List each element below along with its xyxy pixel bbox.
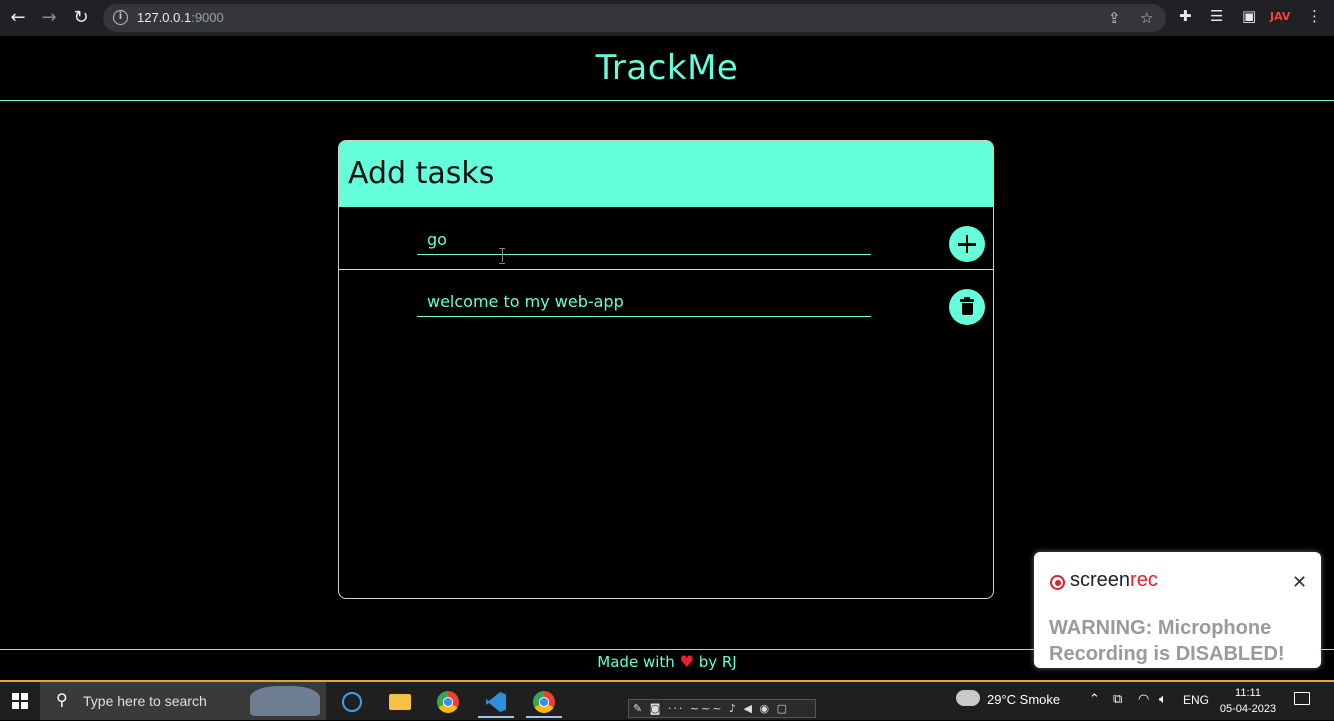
trash-icon xyxy=(960,297,974,316)
forward-arrow-icon[interactable]: → xyxy=(37,6,61,30)
browser-toolbar: ← → ↻ i 127.0.0.1:9000 ⇪ ☆ ✚ ☰ ▣ JAV ⋮ xyxy=(0,0,1334,36)
clock[interactable]: 11:11 05-04-2023 xyxy=(1216,685,1280,717)
extension-badge-icon[interactable]: JAV xyxy=(1270,10,1290,23)
app-header: TrackMe xyxy=(0,36,1334,101)
wifi-icon[interactable]: ◠ xyxy=(1138,692,1149,707)
search-highlight-illustration xyxy=(250,686,320,716)
bookmark-star-icon[interactable]: ☆ xyxy=(1140,9,1153,27)
side-panel-icon[interactable]: ▣ xyxy=(1242,7,1256,25)
screenrec-notification: screenrec ✕ WARNING: Microphone Recordin… xyxy=(1034,552,1321,668)
kebab-menu-icon[interactable]: ⋮ xyxy=(1307,7,1322,25)
tray-chevron-icon[interactable]: ⌃ xyxy=(1089,692,1100,707)
cortana-icon[interactable] xyxy=(334,686,370,718)
toast-message: WARNING: Microphone Recording is DISABLE… xyxy=(1049,617,1285,665)
new-task-input[interactable]: go xyxy=(417,227,871,255)
back-arrow-icon[interactable]: ← xyxy=(6,6,30,30)
heart-icon: ♥ xyxy=(679,652,694,671)
volume-icon[interactable]: 🔈︎ xyxy=(1159,692,1167,707)
footer-by: by RJ xyxy=(698,653,737,671)
chrome-icon[interactable] xyxy=(430,686,466,718)
file-explorer-icon[interactable] xyxy=(382,686,418,718)
app-title: TrackMe xyxy=(595,48,739,88)
windows-start-icon[interactable] xyxy=(12,693,28,709)
reading-list-icon[interactable]: ☰ xyxy=(1210,7,1223,25)
task-card: Add tasks go welcome to my web-app xyxy=(338,140,994,599)
chrome-active-icon[interactable] xyxy=(526,686,562,718)
site-info-icon[interactable]: i xyxy=(113,10,128,25)
record-dot-icon xyxy=(1050,575,1065,590)
weather-text[interactable]: 29°C Smoke xyxy=(987,692,1060,707)
screenrec-toolbar[interactable]: ✎ ◙ ··· ~~~ ♪ ◀ ◉ ▢ xyxy=(628,699,816,718)
card-header: Add tasks xyxy=(339,141,993,207)
reload-icon[interactable]: ↻ xyxy=(69,6,93,30)
search-icon: ⚲ xyxy=(56,690,68,709)
text-cursor-icon xyxy=(499,248,505,264)
clock-date: 05-04-2023 xyxy=(1219,703,1277,715)
weather-cloud-icon xyxy=(956,690,980,706)
task-text: welcome to my web-app xyxy=(417,289,871,317)
new-task-row: go xyxy=(339,207,993,270)
clock-time: 11:11 xyxy=(1235,687,1261,699)
taskbar-search-placeholder: Type here to search xyxy=(83,693,207,709)
vscode-icon[interactable] xyxy=(478,686,514,718)
screenrec-logo: screenrec xyxy=(1070,569,1158,591)
plus-icon xyxy=(958,236,976,252)
add-task-button[interactable] xyxy=(949,226,985,262)
meet-now-icon[interactable]: ⧉ xyxy=(1113,692,1122,707)
extensions-puzzle-icon[interactable]: ✚ xyxy=(1179,7,1192,25)
footer-made-with: Made with xyxy=(597,653,675,671)
address-bar[interactable]: i 127.0.0.1:9000 ⇪ ☆ xyxy=(103,4,1166,32)
address-url[interactable]: 127.0.0.1:9000 xyxy=(137,10,224,25)
language-indicator[interactable]: ENG xyxy=(1183,693,1209,707)
taskbar: ⚲ Type here to search ✎ ◙ ··· ~~~ ♪ ◀ ◉ … xyxy=(0,680,1334,720)
card-title: Add tasks xyxy=(348,156,495,191)
delete-task-button[interactable] xyxy=(949,289,985,325)
taskbar-search[interactable]: ⚲ Type here to search xyxy=(40,682,326,720)
task-row: welcome to my web-app xyxy=(339,270,993,333)
share-icon[interactable]: ⇪ xyxy=(1108,9,1121,27)
notification-icon[interactable] xyxy=(1294,692,1310,705)
close-icon[interactable]: ✕ xyxy=(1292,572,1307,593)
